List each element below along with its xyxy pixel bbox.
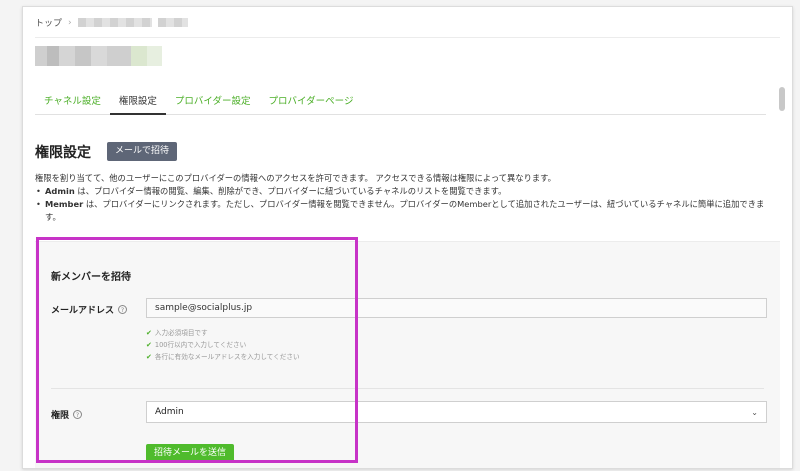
tab-permission-settings[interactable]: 権限設定 [109,87,166,115]
role-member-text: は、プロバイダーにリンクされます。ただし、プロバイダー情報を閲覧できません。プロ… [45,199,765,222]
description-text: 権限を割り当てて、他のユーザーにこのプロバイダーの情報へのアクセスを許可できます… [35,173,556,183]
header-divider [35,37,780,38]
role-admin-text: は、プロバイダー情報の閲覧、編集、削除ができ、プロバイダーに紐づいているチャネル… [74,186,507,196]
role-member-item: Member は、プロバイダーにリンクされます。ただし、プロバイダー情報を閲覧で… [35,198,780,224]
tab-provider-page[interactable]: プロバイダーページ [260,87,363,115]
breadcrumb: トップ › [35,16,188,29]
tab-channel-settings[interactable]: チャネル設定 [35,87,110,115]
chevron-down-icon: ⌄ [751,407,758,417]
breadcrumb-redacted-page [157,18,188,27]
breadcrumb-redacted-provider[interactable] [77,18,152,27]
highlight-box [36,237,358,463]
role-admin-item: Admin は、プロバイダー情報の閲覧、編集、削除ができ、プロバイダーに紐づいて… [35,185,780,198]
invite-by-email-button[interactable]: メールで招待 [107,142,178,161]
role-member-name: Member [45,199,84,209]
role-list: Admin は、プロバイダー情報の閲覧、編集、削除ができ、プロバイダーに紐づいて… [35,185,780,224]
breadcrumb-separator: › [68,17,72,28]
breadcrumb-home[interactable]: トップ [35,16,62,29]
tab-bar: チャネル設定 権限設定 プロバイダー設定 プロバイダーページ [35,87,766,115]
role-admin-name: Admin [45,186,75,196]
page-title: 権限設定 [35,145,91,161]
scrollbar-thumb[interactable] [779,87,785,111]
permission-description: 権限を割り当てて、他のユーザーにこのプロバイダーの情報へのアクセスを許可できます… [35,172,780,224]
tab-provider-settings[interactable]: プロバイダー設定 [166,87,260,115]
redacted-provider-name [35,46,162,66]
